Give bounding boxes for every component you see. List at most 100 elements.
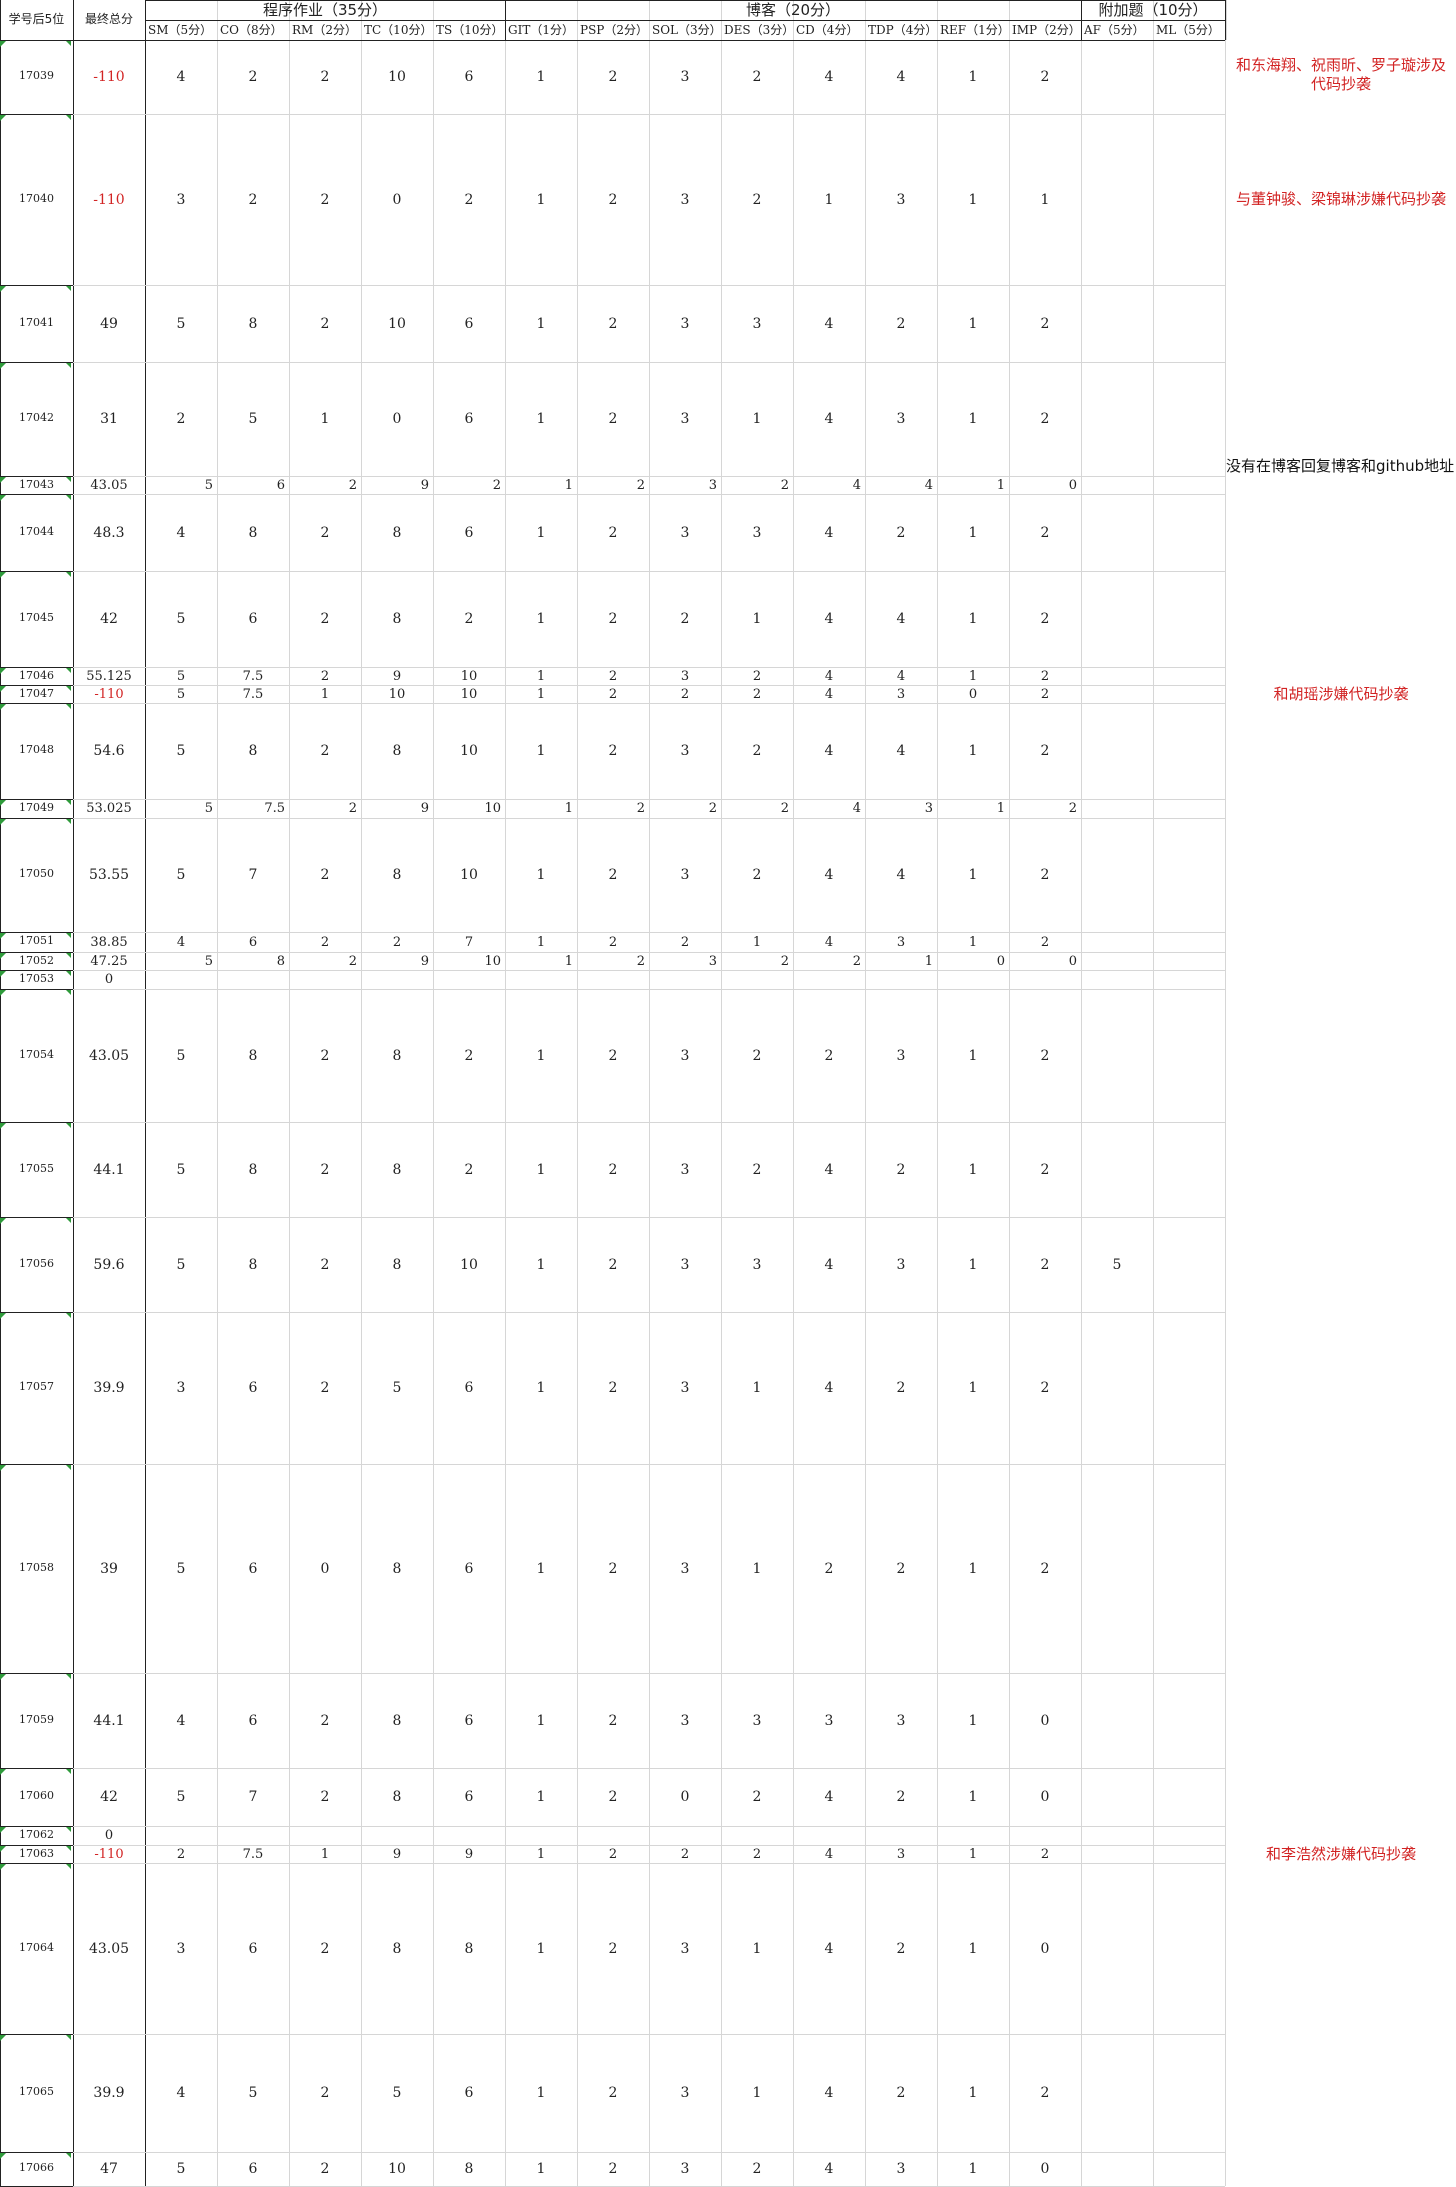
score-cell[interactable]: 4 <box>865 866 937 884</box>
score-cell[interactable]: 4 <box>865 668 937 685</box>
score-cell[interactable]: 7.5 <box>217 800 285 818</box>
score-cell[interactable]: 2 <box>433 1047 505 1065</box>
score-cell[interactable]: 4 <box>793 1161 865 1179</box>
score-cell[interactable]: 2 <box>433 477 501 494</box>
score-cell[interactable]: 1 <box>937 866 1009 884</box>
score-cell[interactable]: 8 <box>361 1256 433 1274</box>
score-cell[interactable]: 1 <box>505 524 577 542</box>
score-cell[interactable]: 1 <box>505 933 577 952</box>
student-id-cell[interactable]: 17058 <box>0 1561 73 1574</box>
score-cell[interactable]: 1 <box>721 610 793 628</box>
student-id-cell[interactable]: 17048 <box>0 743 73 756</box>
score-cell[interactable]: 5 <box>145 1047 217 1065</box>
score-cell[interactable]: 2 <box>361 933 433 952</box>
score-cell[interactable]: 2 <box>721 800 789 818</box>
score-cell[interactable]: 4 <box>793 610 865 628</box>
score-cell[interactable]: 2 <box>577 610 649 628</box>
score-cell[interactable]: 2 <box>649 1846 721 1863</box>
student-id-cell[interactable]: 17062 <box>0 1828 73 1841</box>
student-id-cell[interactable]: 17063 <box>0 1847 73 1860</box>
score-cell[interactable]: 1 <box>937 477 1005 494</box>
score-cell[interactable]: 2 <box>289 68 361 86</box>
score-cell[interactable]: 2 <box>1009 686 1081 703</box>
score-cell[interactable]: 2 <box>577 2084 649 2102</box>
score-cell[interactable]: 2 <box>1009 2084 1081 2102</box>
score-cell[interactable]: 3 <box>649 477 717 494</box>
score-cell[interactable]: 10 <box>433 1256 505 1274</box>
score-cell[interactable]: 5 <box>145 742 217 760</box>
score-cell[interactable]: 3 <box>865 1712 937 1730</box>
student-id-cell[interactable]: 17053 <box>0 972 73 985</box>
score-cell[interactable]: 3 <box>721 1256 793 1274</box>
score-cell[interactable]: 3 <box>649 866 721 884</box>
score-cell[interactable]: 2 <box>865 1161 937 1179</box>
score-cell[interactable]: 1 <box>865 953 933 970</box>
score-cell[interactable]: 0 <box>649 1788 721 1806</box>
final-total-cell[interactable]: 38.85 <box>73 933 145 952</box>
score-cell[interactable]: 2 <box>577 1379 649 1397</box>
score-cell[interactable]: 6 <box>433 2084 505 2102</box>
score-cell[interactable]: 3 <box>649 1560 721 1578</box>
score-cell[interactable]: 2 <box>577 477 645 494</box>
score-cell[interactable]: 0 <box>1009 1940 1081 1958</box>
score-cell[interactable]: 3 <box>865 2160 937 2178</box>
score-cell[interactable]: 1 <box>505 2084 577 2102</box>
score-cell[interactable]: 5 <box>145 477 213 494</box>
final-total-cell[interactable]: 43.05 <box>73 1940 145 1958</box>
score-cell[interactable]: 3 <box>793 1712 865 1730</box>
score-cell[interactable]: 3 <box>865 800 933 818</box>
score-cell[interactable]: 2 <box>577 1256 649 1274</box>
score-cell[interactable]: 1 <box>937 1161 1009 1179</box>
score-cell[interactable]: 0 <box>361 410 433 428</box>
score-cell[interactable]: 6 <box>217 2160 289 2178</box>
score-cell[interactable]: 1 <box>505 1846 577 1863</box>
score-cell[interactable]: 8 <box>361 1712 433 1730</box>
student-id-cell[interactable]: 17045 <box>0 611 73 624</box>
score-cell[interactable]: 4 <box>145 933 217 952</box>
score-cell[interactable]: 1 <box>937 410 1009 428</box>
score-cell[interactable]: 10 <box>433 866 505 884</box>
score-cell[interactable]: 1 <box>505 1712 577 1730</box>
score-cell[interactable]: 4 <box>793 1940 865 1958</box>
final-total-cell[interactable]: 0 <box>73 971 145 989</box>
score-cell[interactable]: 3 <box>649 1712 721 1730</box>
score-cell[interactable]: 2 <box>721 2160 793 2178</box>
score-cell[interactable]: 6 <box>433 1379 505 1397</box>
score-cell[interactable]: 5 <box>217 410 289 428</box>
score-cell[interactable]: 1 <box>793 191 865 209</box>
student-id-cell[interactable]: 17046 <box>0 669 73 682</box>
score-cell[interactable]: 2 <box>577 933 649 952</box>
score-cell[interactable]: 2 <box>577 410 649 428</box>
score-cell[interactable]: 2 <box>577 742 649 760</box>
final-total-cell[interactable]: 55.125 <box>73 668 145 685</box>
score-cell[interactable]: 6 <box>433 1560 505 1578</box>
final-total-cell[interactable]: 31 <box>73 410 145 428</box>
score-cell[interactable]: 6 <box>433 315 505 333</box>
score-cell[interactable]: 1 <box>937 668 1009 685</box>
score-cell[interactable]: 2 <box>1009 800 1077 818</box>
score-cell[interactable]: 2 <box>1009 610 1081 628</box>
score-cell[interactable]: 1 <box>505 68 577 86</box>
score-cell[interactable]: 2 <box>289 1712 361 1730</box>
final-total-cell[interactable]: 43.05 <box>73 1047 145 1065</box>
score-cell[interactable]: 6 <box>433 524 505 542</box>
score-cell[interactable]: 9 <box>361 668 433 685</box>
score-cell[interactable]: 3 <box>649 524 721 542</box>
score-cell[interactable]: 2 <box>721 668 793 685</box>
score-cell[interactable]: 3 <box>649 1047 721 1065</box>
score-cell[interactable]: 3 <box>865 1846 937 1863</box>
score-cell[interactable]: 2 <box>721 191 793 209</box>
final-total-cell[interactable]: 44.1 <box>73 1161 145 1179</box>
score-cell[interactable]: 1 <box>937 933 1009 952</box>
final-total-cell[interactable]: 42 <box>73 610 145 628</box>
student-id-cell[interactable]: 17051 <box>0 934 73 947</box>
score-cell[interactable]: 1 <box>937 1560 1009 1578</box>
score-cell[interactable]: 0 <box>1009 477 1077 494</box>
student-id-cell[interactable]: 17050 <box>0 867 73 880</box>
score-cell[interactable]: 6 <box>433 410 505 428</box>
score-cell[interactable]: 10 <box>433 742 505 760</box>
score-cell[interactable]: 5 <box>145 1161 217 1179</box>
score-cell[interactable]: 6 <box>217 1940 289 1958</box>
student-id-cell[interactable]: 17043 <box>0 478 73 491</box>
score-cell[interactable]: 2 <box>289 1379 361 1397</box>
